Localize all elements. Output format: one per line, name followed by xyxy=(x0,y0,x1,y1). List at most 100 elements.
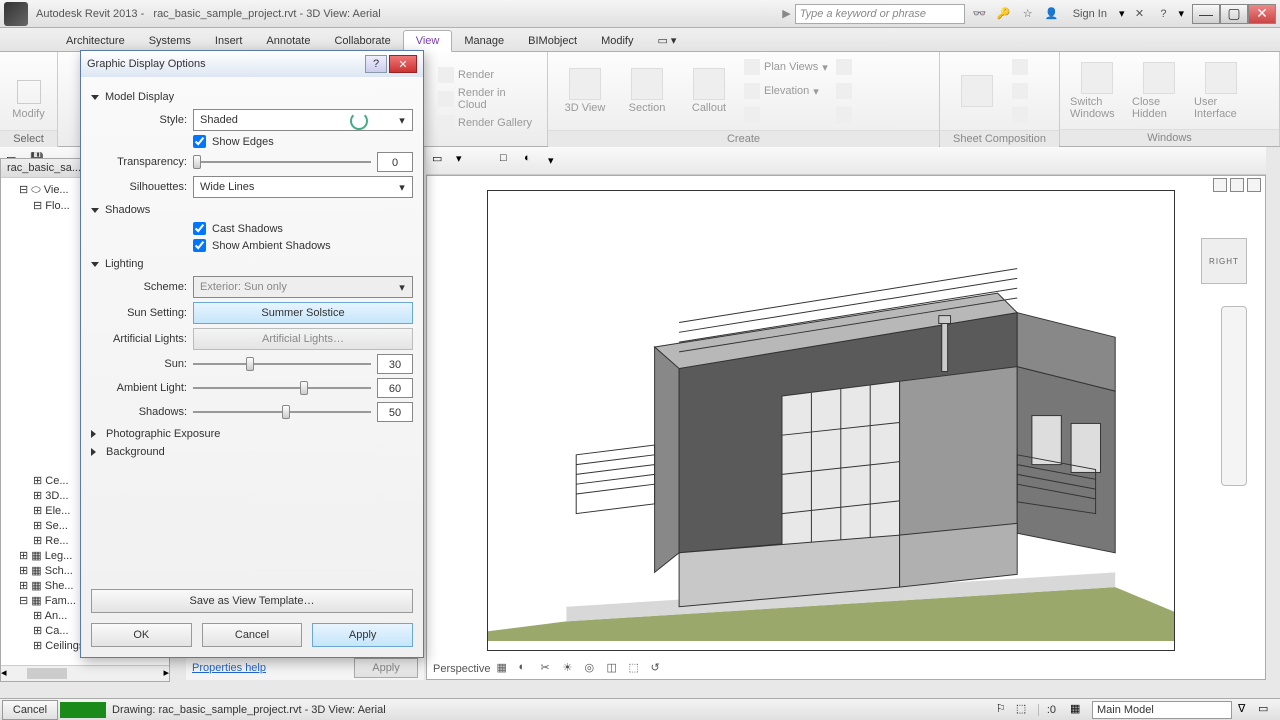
render-gallery-button[interactable]: Render Gallery xyxy=(438,112,537,134)
binoculars-icon[interactable]: 👓 xyxy=(971,5,989,23)
vcb-icon-4[interactable]: ☀ xyxy=(562,661,578,677)
titleblock-icon[interactable] xyxy=(1012,59,1028,75)
vp-close-icon[interactable] xyxy=(1247,178,1261,192)
dialog-close-button[interactable]: ✕ xyxy=(389,55,417,73)
section-shadows[interactable]: Shadows xyxy=(91,204,413,216)
transparency-value[interactable]: 0 xyxy=(377,152,413,172)
3d-viewport[interactable]: RIGHT xyxy=(426,175,1266,680)
ambient-shadows-checkbox[interactable]: Show Ambient Shadows xyxy=(193,239,413,252)
browser-scrollbar[interactable]: ◂▸ xyxy=(1,665,169,681)
help-dropdown-icon[interactable]: ▾ xyxy=(1178,7,1184,20)
ambient-value[interactable]: 60 xyxy=(377,378,413,398)
tab-manage[interactable]: Manage xyxy=(452,31,516,51)
application-menu-icon[interactable] xyxy=(4,2,28,26)
sb-select-icon[interactable]: ▭ xyxy=(1258,702,1274,718)
user-interface-button[interactable]: User Interface xyxy=(1194,62,1248,120)
sun-slider[interactable] xyxy=(193,355,371,373)
transparency-slider[interactable] xyxy=(193,153,371,171)
close-hidden-button[interactable]: Close Hidden xyxy=(1132,62,1186,120)
tab-view[interactable]: View xyxy=(403,30,453,52)
3d-view-button[interactable]: 3D View xyxy=(558,68,612,114)
vcb-icon-2[interactable]: ◐ xyxy=(518,661,534,677)
ok-button[interactable]: OK xyxy=(91,623,192,647)
viewbar-icon-4[interactable]: ◐ xyxy=(524,152,542,170)
navigation-bar[interactable] xyxy=(1221,306,1247,486)
exchange-apps-icon[interactable]: ✕ xyxy=(1130,5,1148,23)
vcb-icon-5[interactable]: ◎ xyxy=(584,661,600,677)
sheet-button[interactable] xyxy=(950,75,1004,107)
tab-modify[interactable]: Modify xyxy=(589,31,645,51)
key-icon[interactable]: 🔑 xyxy=(995,5,1013,23)
workset-combo[interactable]: Main Model xyxy=(1092,701,1232,719)
sb-icon-2[interactable]: ⬚ xyxy=(1016,702,1032,718)
sb-icon-1[interactable]: ⚐ xyxy=(996,702,1012,718)
exchange-icon[interactable]: ☆ xyxy=(1019,5,1037,23)
search-input[interactable]: Type a keyword or phrase xyxy=(795,4,965,24)
tab-insert[interactable]: Insert xyxy=(203,31,255,51)
modify-cursor-icon[interactable] xyxy=(17,80,41,104)
viewbar-icon-1[interactable]: ▭ xyxy=(432,152,450,170)
sb-filter-icon[interactable]: ∇ xyxy=(1238,702,1254,718)
viewcube[interactable]: RIGHT xyxy=(1201,238,1247,284)
sun-setting-button[interactable]: Summer Solstice xyxy=(193,302,413,324)
switch-windows-button[interactable]: Switch Windows xyxy=(1070,62,1124,120)
cast-shadows-checkbox[interactable]: Cast Shadows xyxy=(193,222,413,235)
guide-grid-icon[interactable] xyxy=(1012,107,1028,123)
viewbar-icon-3[interactable]: □ xyxy=(500,152,518,170)
save-as-template-button[interactable]: Save as View Template… xyxy=(91,589,413,613)
dialog-titlebar[interactable]: Graphic Display Options ? ✕ xyxy=(81,51,423,77)
drafting-view-button[interactable] xyxy=(744,104,828,126)
shadows-value[interactable]: 50 xyxy=(377,402,413,422)
drawing-canvas[interactable] xyxy=(487,190,1175,651)
render-button[interactable]: Render xyxy=(438,64,537,86)
section-background[interactable]: Background xyxy=(91,446,413,458)
status-cancel-button[interactable]: Cancel xyxy=(2,700,58,720)
shadows-slider[interactable] xyxy=(193,403,371,421)
sun-value[interactable]: 30 xyxy=(377,354,413,374)
dialog-help-button[interactable]: ? xyxy=(365,55,387,73)
tab-systems[interactable]: Systems xyxy=(137,31,203,51)
section-lighting[interactable]: Lighting xyxy=(91,258,413,270)
vcb-icon-8[interactable]: ↺ xyxy=(650,661,666,677)
render-cloud-button[interactable]: Render in Cloud xyxy=(438,88,537,110)
maximize-button[interactable]: ▢ xyxy=(1220,4,1248,24)
elevation-button[interactable]: Elevation ▾ xyxy=(744,80,828,102)
style-combo[interactable]: Shaded▾ xyxy=(193,109,413,131)
show-edges-checkbox[interactable]: Show Edges xyxy=(193,135,413,148)
help-icon[interactable]: ? xyxy=(1154,5,1172,23)
viewbar-icon-2[interactable]: ▾ xyxy=(456,152,474,170)
ambient-slider[interactable] xyxy=(193,379,371,397)
cancel-button[interactable]: Cancel xyxy=(202,623,303,647)
duplicate-view-button[interactable] xyxy=(836,56,852,78)
search-play-icon[interactable]: ▶ xyxy=(778,7,794,20)
schedules-button[interactable] xyxy=(836,104,852,126)
legends-button[interactable] xyxy=(836,80,852,102)
vcb-icon-3[interactable]: ✂ xyxy=(540,661,556,677)
properties-help-link[interactable]: Properties help xyxy=(192,662,266,674)
section-button[interactable]: Section xyxy=(620,68,674,114)
apply-button[interactable]: Apply xyxy=(312,623,413,647)
tab-architecture[interactable]: Architecture xyxy=(54,31,137,51)
section-model-display[interactable]: Model Display xyxy=(91,91,413,103)
viewbar-dropdown-icon[interactable]: ▾ xyxy=(548,154,554,167)
signin-dropdown-icon[interactable]: ▾ xyxy=(1119,7,1125,20)
signin-button[interactable]: Sign In xyxy=(1067,8,1113,20)
tab-extra-icon[interactable]: ▭ ▾ xyxy=(645,30,688,51)
tab-bimobject[interactable]: BIMobject xyxy=(516,31,589,51)
revisions-icon[interactable] xyxy=(1012,83,1028,99)
vcb-icon-1[interactable]: ▦ xyxy=(496,661,512,677)
vp-minimize-icon[interactable] xyxy=(1213,178,1227,192)
callout-button[interactable]: Callout xyxy=(682,68,736,114)
section-photographic-exposure[interactable]: Photographic Exposure xyxy=(91,428,413,440)
silhouettes-combo[interactable]: Wide Lines▾ xyxy=(193,176,413,198)
sb-workset-icon[interactable]: ▦ xyxy=(1070,702,1086,718)
close-button[interactable]: ✕ xyxy=(1248,4,1276,24)
properties-apply-button[interactable]: Apply xyxy=(354,658,418,678)
vp-maximize-icon[interactable] xyxy=(1230,178,1244,192)
minimize-button[interactable]: — xyxy=(1192,4,1220,24)
tab-annotate[interactable]: Annotate xyxy=(254,31,322,51)
tab-collaborate[interactable]: Collaborate xyxy=(322,31,402,51)
vcb-icon-7[interactable]: ⬚ xyxy=(628,661,644,677)
user-icon[interactable]: 👤 xyxy=(1043,5,1061,23)
plan-views-button[interactable]: Plan Views ▾ xyxy=(744,56,828,78)
